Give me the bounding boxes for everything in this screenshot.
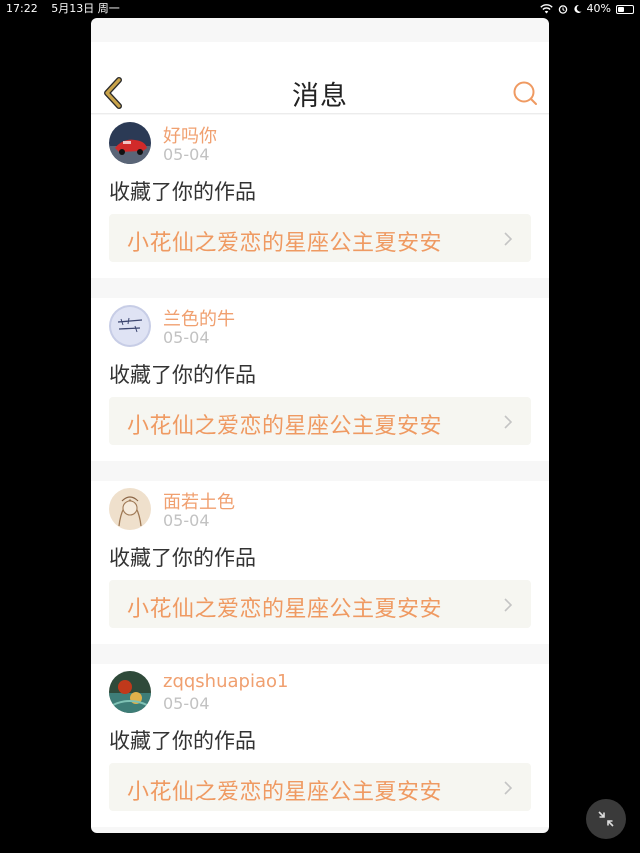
message-list: 好吗你 05-04 收藏了你的作品 小花仙之爱恋的星座公主夏安安 兰色的牛 05… [91,115,549,833]
message-date: 05-04 [163,328,210,347]
battery-percent: 40% [586,2,611,15]
work-link[interactable]: 小花仙之爱恋的星座公主夏安安 [109,580,531,628]
work-title: 小花仙之爱恋的星座公主夏安安 [127,414,443,439]
work-title: 小花仙之爱恋的星座公主夏安安 [127,231,443,256]
app-window: 消息 好吗你 05-04 收藏了你的作品 小花仙之爱恋的星座公主夏安安 兰色的牛… [91,18,549,833]
moon-icon [573,4,582,13]
battery-icon [616,4,634,14]
collapse-button[interactable] [586,799,626,839]
chevron-right-icon [504,598,513,612]
search-icon[interactable] [512,80,538,106]
work-link[interactable]: 小花仙之爱恋的星座公主夏安安 [109,763,531,811]
message-card: 面若土色 05-04 收藏了你的作品 小花仙之爱恋的星座公主夏安安 [91,481,549,644]
message-action: 收藏了你的作品 [109,180,256,204]
avatar[interactable] [109,488,151,530]
message-action: 收藏了你的作品 [109,363,256,387]
message-card: zqqshuapiao1 05-04 收藏了你的作品 小花仙之爱恋的星座公主夏安… [91,664,549,827]
chevron-right-icon [504,232,513,246]
message-date: 05-04 [163,511,210,530]
status-time: 17:22 [6,2,38,15]
message-date: 05-04 [163,145,210,164]
message-card: 兰色的牛 05-04 收藏了你的作品 小花仙之爱恋的星座公主夏安安 [91,298,549,461]
message-action: 收藏了你的作品 [109,546,256,570]
message-card: 好吗你 05-04 收藏了你的作品 小花仙之爱恋的星座公主夏安安 [91,115,549,278]
status-bar: 17:22 5月13日 周一 40% [0,0,640,18]
avatar[interactable] [109,305,151,347]
collapse-icon [598,811,614,827]
navbar: 消息 [91,42,549,114]
avatar[interactable] [109,671,151,713]
work-link[interactable]: 小花仙之爱恋的星座公主夏安安 [109,214,531,262]
chevron-right-icon [504,781,513,795]
work-link[interactable]: 小花仙之爱恋的星座公主夏安安 [109,397,531,445]
message-date: 05-04 [163,694,210,713]
battery-level [618,6,624,12]
username[interactable]: zqqshuapiao1 [163,671,288,692]
avatar[interactable] [109,122,151,164]
page-title: 消息 [292,81,348,112]
message-action: 收藏了你的作品 [109,729,256,753]
wifi-icon [539,4,553,14]
alarm-icon [558,5,567,14]
work-title: 小花仙之爱恋的星座公主夏安安 [127,597,443,622]
status-date: 5月13日 周一 [51,2,120,15]
work-title: 小花仙之爱恋的星座公主夏安安 [127,780,443,805]
chevron-right-icon [504,415,513,429]
